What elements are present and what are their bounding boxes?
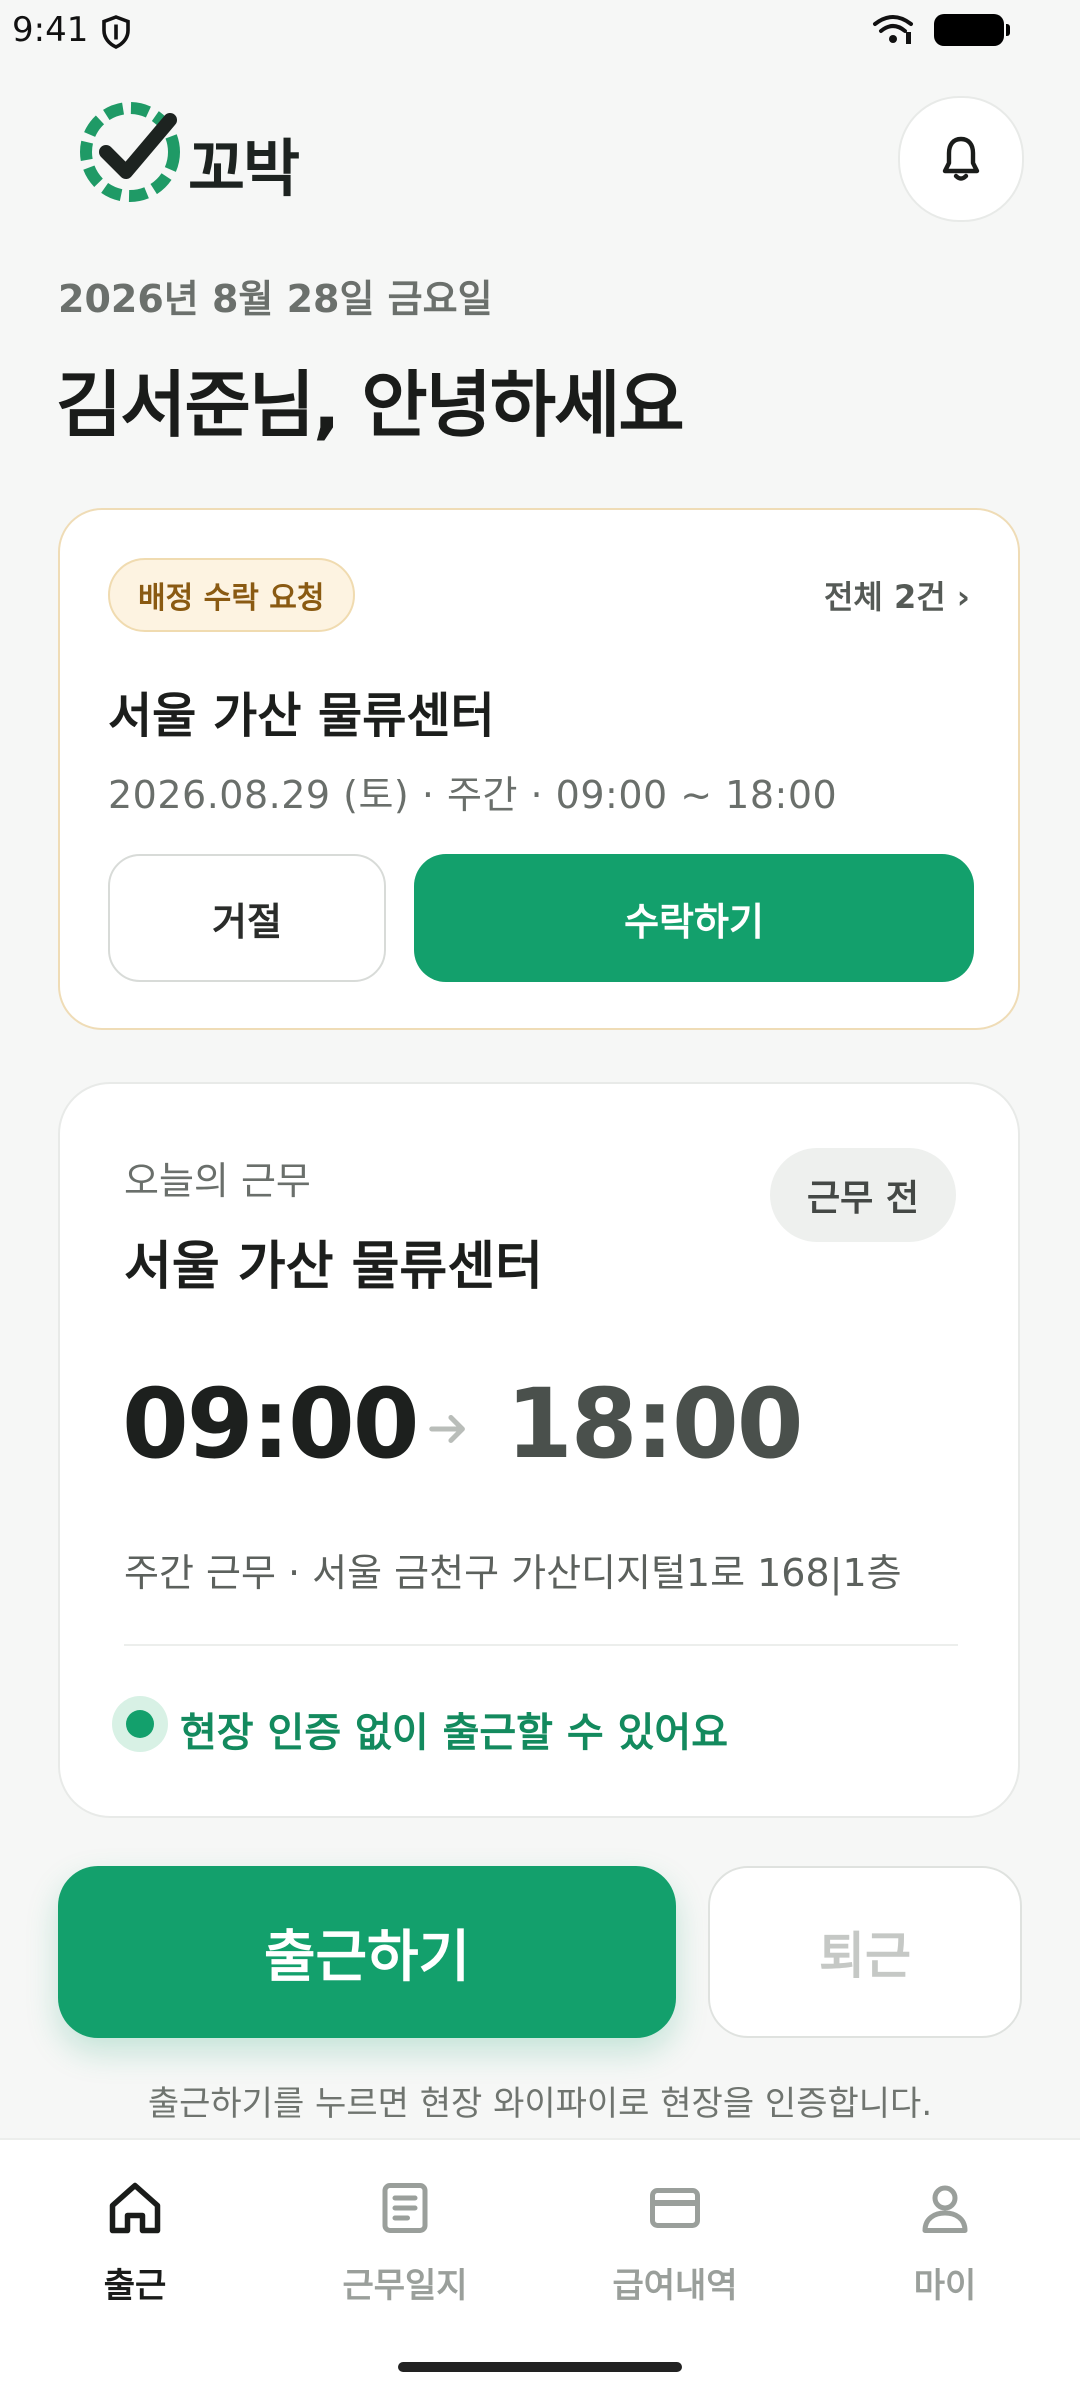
nav-label: 마이 bbox=[913, 2266, 977, 2306]
work-detail: 주간 근무 · 서울 금천구 가산디지털1로 168|1층 bbox=[124, 1551, 902, 1595]
nav-item-payroll[interactable]: 급여내역 bbox=[540, 2170, 810, 2340]
today-work-place: 서울 가산 물류센터 bbox=[124, 1237, 543, 1297]
logo-text: 꼬박 bbox=[188, 132, 300, 205]
nav-item-checkin[interactable]: 출근 bbox=[0, 2170, 270, 2340]
view-all-link[interactable]: 전체 2건 › bbox=[824, 572, 970, 618]
check-in-button[interactable]: 출근하기 bbox=[58, 1866, 676, 2038]
assignment-badge: 배정 수락 요청 bbox=[108, 558, 355, 632]
home-icon bbox=[109, 2182, 161, 2234]
greeting-title: 김서준님, 안녕하세요 bbox=[56, 363, 685, 447]
assignment-place: 서울 가산 물류센터 bbox=[108, 688, 495, 744]
accept-button[interactable]: 수락하기 bbox=[414, 854, 974, 982]
arrow-right-icon bbox=[429, 1415, 465, 1443]
verify-status-dot-icon bbox=[112, 1696, 168, 1752]
nav-item-worklog[interactable]: 근무일지 bbox=[270, 2170, 540, 2340]
nav-item-my[interactable]: 마이 bbox=[810, 2170, 1080, 2340]
work-status-badge: 근무 전 bbox=[770, 1148, 956, 1242]
wifi-icon bbox=[873, 15, 913, 44]
start-time: 09:00 bbox=[122, 1368, 420, 1480]
shield-icon bbox=[102, 15, 130, 49]
person-icon bbox=[922, 2185, 968, 2233]
battery-icon bbox=[934, 14, 1010, 46]
assignment-schedule: 2026.08.29 (토) · 주간 · 09:00 ~ 18:00 bbox=[108, 773, 838, 817]
nav-label: 급여내역 bbox=[612, 2266, 738, 2306]
assignment-request-card: 배정 수락 요청 전체 2건 › 서울 가산 물류센터 2026.08.29 (… bbox=[58, 508, 1020, 1030]
today-work-label: 오늘의 근무 bbox=[124, 1159, 311, 1203]
document-icon bbox=[382, 2183, 428, 2233]
nav-label: 출근 bbox=[103, 2266, 167, 2306]
today-work-card: 오늘의 근무 서울 가산 물류센터 근무 전 09:00 18:00 주간 근무… bbox=[58, 1082, 1020, 1818]
nav-label: 근무일지 bbox=[342, 2266, 468, 2306]
divider bbox=[124, 1644, 958, 1646]
bell-icon bbox=[942, 136, 980, 181]
home-indicator bbox=[398, 2362, 682, 2372]
end-time: 18:00 bbox=[506, 1368, 804, 1480]
card-icon bbox=[650, 2188, 700, 2228]
notification-button[interactable] bbox=[898, 96, 1024, 222]
status-time: 9:41 bbox=[12, 10, 89, 50]
reject-button[interactable]: 거절 bbox=[108, 854, 386, 982]
verify-status-text: 현장 인증 없이 출근할 수 있어요 bbox=[180, 1710, 729, 1756]
check-out-button[interactable]: 퇴근 bbox=[708, 1866, 1022, 2038]
current-date: 2026년 8월 28일 금요일 bbox=[58, 277, 493, 321]
check-in-hint: 출근하기를 누르면 현장 와이파이로 현장을 인증합니다. bbox=[147, 2084, 933, 2124]
